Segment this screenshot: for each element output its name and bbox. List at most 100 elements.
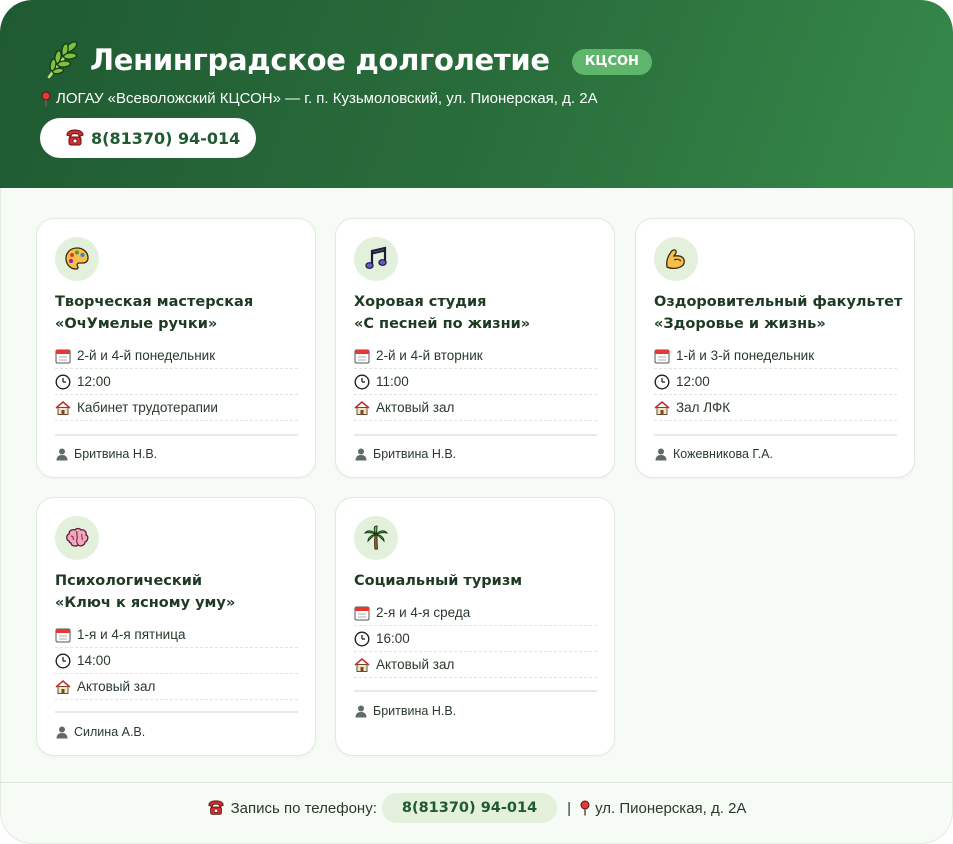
time-text: 12:00	[676, 374, 710, 389]
calendar-icon	[354, 606, 370, 620]
card-icon-circle	[654, 237, 698, 281]
card-icon-circle	[55, 516, 99, 560]
footer-address: ул. Пионерская, д. 2А	[595, 799, 747, 817]
palm-tree-icon	[363, 525, 389, 550]
schedule-text: 2-я и 4-я среда	[376, 605, 471, 620]
header-phone-button[interactable]: 8(81370) 94-014	[40, 118, 256, 158]
leader-row: Кожевникова Г.А.	[654, 447, 773, 461]
brain-icon	[66, 527, 89, 547]
card-title-line2: «Здоровье и жизнь»	[654, 316, 826, 332]
place-text: Зал ЛФК	[676, 400, 731, 415]
time-text: 11:00	[376, 374, 409, 389]
schedule-row: 2-й и 4-й вторник	[354, 343, 597, 369]
place-row: Зал ЛФК	[654, 395, 897, 421]
palette-icon	[65, 247, 89, 270]
place-text: Кабинет трудотерапии	[77, 400, 218, 415]
place-row: Актовый зал	[55, 674, 298, 700]
header-address: ЛОГАУ «Всеволожский КЦСОН» — г. п. Кузьм…	[40, 90, 598, 107]
person-icon	[56, 726, 68, 739]
house-icon	[354, 400, 370, 415]
card-title-line2: «ОчУмелые ручки»	[55, 316, 218, 332]
footer-phone-button[interactable]: 8(81370) 94-014	[381, 793, 558, 823]
card-divider	[55, 711, 298, 713]
place-text: Актовый зал	[376, 400, 455, 415]
schedule-row: 2-й и 4-й понедельник	[55, 343, 298, 369]
club-card-socialnyy-turizm[interactable]: Социальный туризм 2-я и 4-я среда 16:00 …	[335, 497, 615, 756]
leader-name: Кожевникова Г.А.	[673, 447, 773, 461]
phone-icon	[207, 800, 224, 815]
card-title: Социальный туризм	[354, 570, 604, 592]
card-title-line1: Оздоровительный факультет	[654, 294, 903, 310]
card-title-line2: «С песней по жизни»	[354, 316, 531, 332]
time-text: 14:00	[77, 653, 111, 668]
card-title-line1: Творческая мастерская	[55, 294, 254, 310]
card-divider	[55, 434, 298, 436]
schedule-text: 2-й и 4-й вторник	[376, 348, 483, 363]
header: Ленинградское долголетие КЦСОН ЛОГАУ «Вс…	[0, 0, 953, 188]
schedule-row: 1-я и 4-я пятница	[55, 622, 298, 648]
card-title: Оздоровительный факультет «Здоровье и жи…	[654, 291, 904, 335]
app-title: Ленинградское долголетие	[90, 43, 550, 77]
place-text: Актовый зал	[77, 679, 156, 694]
pin-icon	[41, 91, 51, 106]
card-icon-circle	[354, 516, 398, 560]
card-divider	[654, 434, 897, 436]
music-note-icon	[365, 246, 387, 269]
time-text: 12:00	[77, 374, 111, 389]
clock-icon	[354, 373, 370, 390]
time-row: 11:00	[354, 369, 597, 395]
pin-icon	[580, 800, 590, 816]
house-icon	[55, 679, 71, 694]
flexed-arm-icon	[666, 249, 685, 270]
footer-label: Запись по телефону:	[230, 799, 377, 817]
address-text: ЛОГАУ «Всеволожский КЦСОН» — г. п. Кузьм…	[56, 90, 598, 107]
kcson-badge: КЦСОН	[571, 49, 652, 75]
person-icon	[655, 448, 667, 461]
leader-row: Силина А.В.	[55, 725, 145, 739]
leader-name: Бритвина Н.В.	[74, 447, 158, 461]
card-title-line1: Социальный туризм	[354, 573, 523, 589]
schedule-text: 1-й и 3-й понедельник	[676, 348, 815, 363]
schedule-text: 2-й и 4-й понедельник	[77, 348, 216, 363]
leader-row: Бритвина Н.В.	[55, 447, 157, 461]
place-text: Актовый зал	[376, 657, 455, 672]
person-icon	[355, 448, 367, 461]
page-frame: Ленинградское долголетие КЦСОН ЛОГАУ «Вс…	[0, 0, 953, 844]
club-card-khorovaya-studiya[interactable]: Хоровая студия «С песней по жизни» 2-й и…	[335, 218, 615, 478]
calendar-icon	[55, 349, 71, 363]
footer-separator: |	[567, 799, 572, 817]
footer-divider	[0, 782, 953, 783]
laurel-icon	[47, 41, 78, 79]
house-icon	[654, 400, 670, 415]
card-title-line2: «Ключ к ясному уму»	[55, 595, 236, 611]
time-row: 16:00	[354, 626, 597, 652]
card-divider	[354, 690, 597, 692]
phone-icon	[66, 129, 84, 146]
club-card-ochumelye-ruchki[interactable]: Творческая мастерская «ОчУмелые ручки» 2…	[36, 218, 316, 478]
calendar-icon	[354, 349, 370, 363]
leader-row: Бритвина Н.В.	[354, 704, 456, 718]
person-icon	[56, 448, 68, 461]
card-title-line1: Хоровая студия	[354, 294, 487, 310]
time-row: 14:00	[55, 648, 298, 674]
house-icon	[354, 657, 370, 672]
place-row: Актовый зал	[354, 652, 597, 678]
card-divider	[354, 434, 597, 436]
leader-row: Бритвина Н.В.	[354, 447, 456, 461]
footer: Запись по телефону: 8(81370) 94-014 | ул…	[0, 791, 953, 825]
leader-name: Бритвина Н.В.	[373, 704, 457, 718]
time-row: 12:00	[654, 369, 897, 395]
brand: Ленинградское долголетие КЦСОН	[44, 40, 652, 80]
club-card-zdorovye-i-zhizn[interactable]: Оздоровительный факультет «Здоровье и жи…	[635, 218, 915, 478]
time-text: 16:00	[376, 631, 410, 646]
card-title: Творческая мастерская «ОчУмелые ручки»	[55, 291, 305, 335]
club-card-klyuch-k-yasnomu-umu[interactable]: Психологический «Ключ к ясному уму» 1-я …	[36, 497, 316, 756]
schedule-text: 1-я и 4-я пятница	[77, 627, 186, 642]
place-row: Актовый зал	[354, 395, 597, 421]
card-icon-circle	[354, 237, 398, 281]
card-title: Хоровая студия «С песней по жизни»	[354, 291, 604, 335]
card-title: Психологический «Ключ к ясному уму»	[55, 570, 305, 614]
leader-name: Бритвина Н.В.	[373, 447, 457, 461]
card-title-line1: Психологический	[55, 573, 203, 589]
card-icon-circle	[55, 237, 99, 281]
